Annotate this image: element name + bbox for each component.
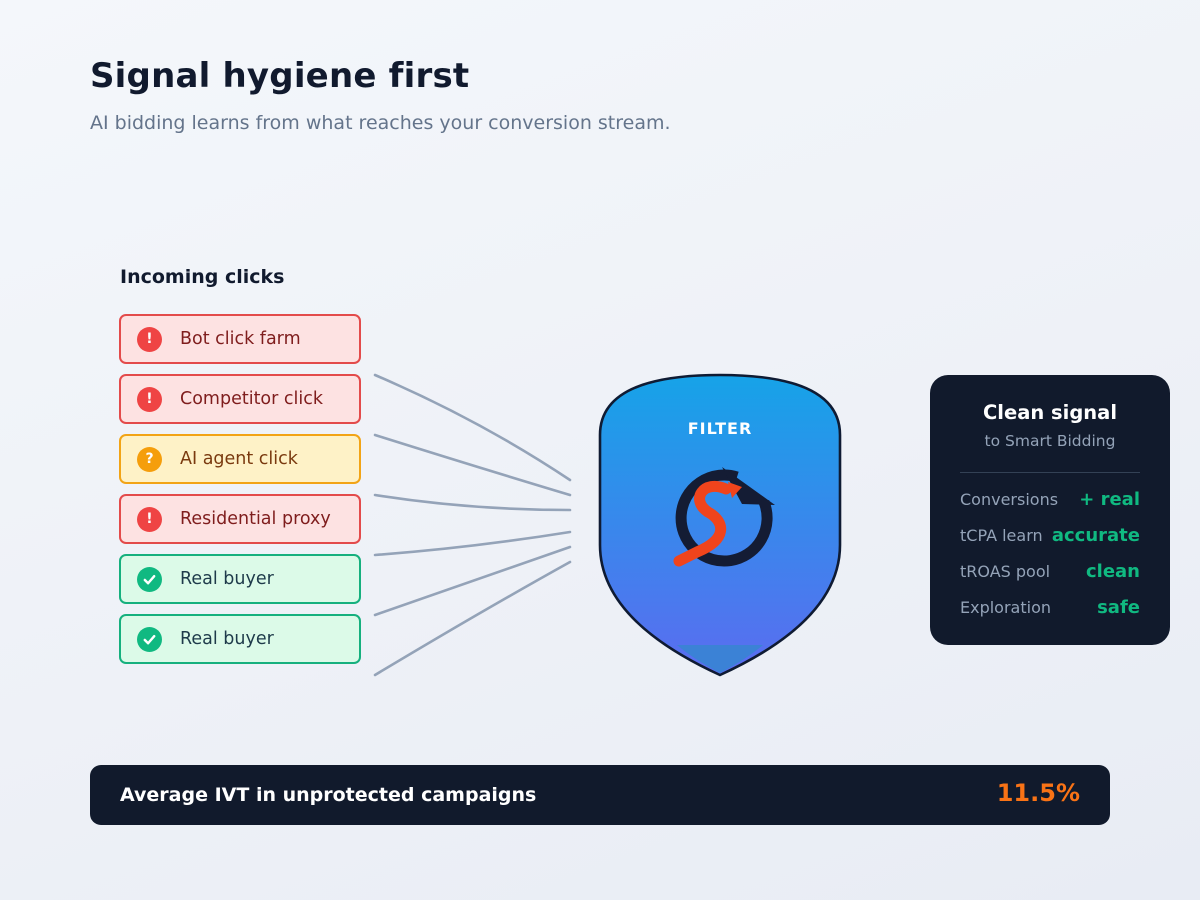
filter-label: FILTER bbox=[687, 419, 753, 438]
metric-value: accurate bbox=[1051, 525, 1140, 546]
ivt-stat-bar: Average IVT in unprotected campaigns 11.… bbox=[90, 765, 1110, 825]
flow-line bbox=[373, 545, 572, 617]
metric-label: tROAS pool bbox=[960, 562, 1051, 581]
clean-signal-title: Clean signal bbox=[982, 401, 1118, 424]
flow-line bbox=[373, 493, 572, 512]
ivt-stat-label: Average IVT in unprotected campaigns bbox=[120, 784, 537, 806]
clean-signal-subtitle: to Smart Bidding bbox=[984, 432, 1116, 450]
ivt-stat-value: 11.5% bbox=[996, 779, 1080, 807]
metric-value: clean bbox=[1085, 561, 1140, 582]
flow-line bbox=[373, 530, 572, 557]
flow-lines bbox=[373, 373, 572, 677]
flow-line bbox=[373, 560, 572, 677]
metric-exploration: Exploration safe bbox=[960, 596, 1140, 620]
clean-signal-panel: Clean signal to Smart Bidding Conversion… bbox=[930, 375, 1170, 645]
metric-value: + real bbox=[1079, 489, 1140, 510]
metric-label: Exploration bbox=[960, 598, 1051, 617]
metric-tcpa-learn: tCPA learn accurate bbox=[960, 524, 1140, 548]
metric-label: Conversions bbox=[960, 490, 1059, 509]
metric-troas-pool: tROAS pool clean bbox=[960, 560, 1140, 584]
metric-label: tCPA learn bbox=[960, 526, 1043, 545]
metric-conversions: Conversions + real bbox=[960, 488, 1140, 512]
divider bbox=[960, 472, 1140, 473]
metric-value: safe bbox=[1097, 597, 1140, 618]
flow-line bbox=[373, 433, 572, 497]
